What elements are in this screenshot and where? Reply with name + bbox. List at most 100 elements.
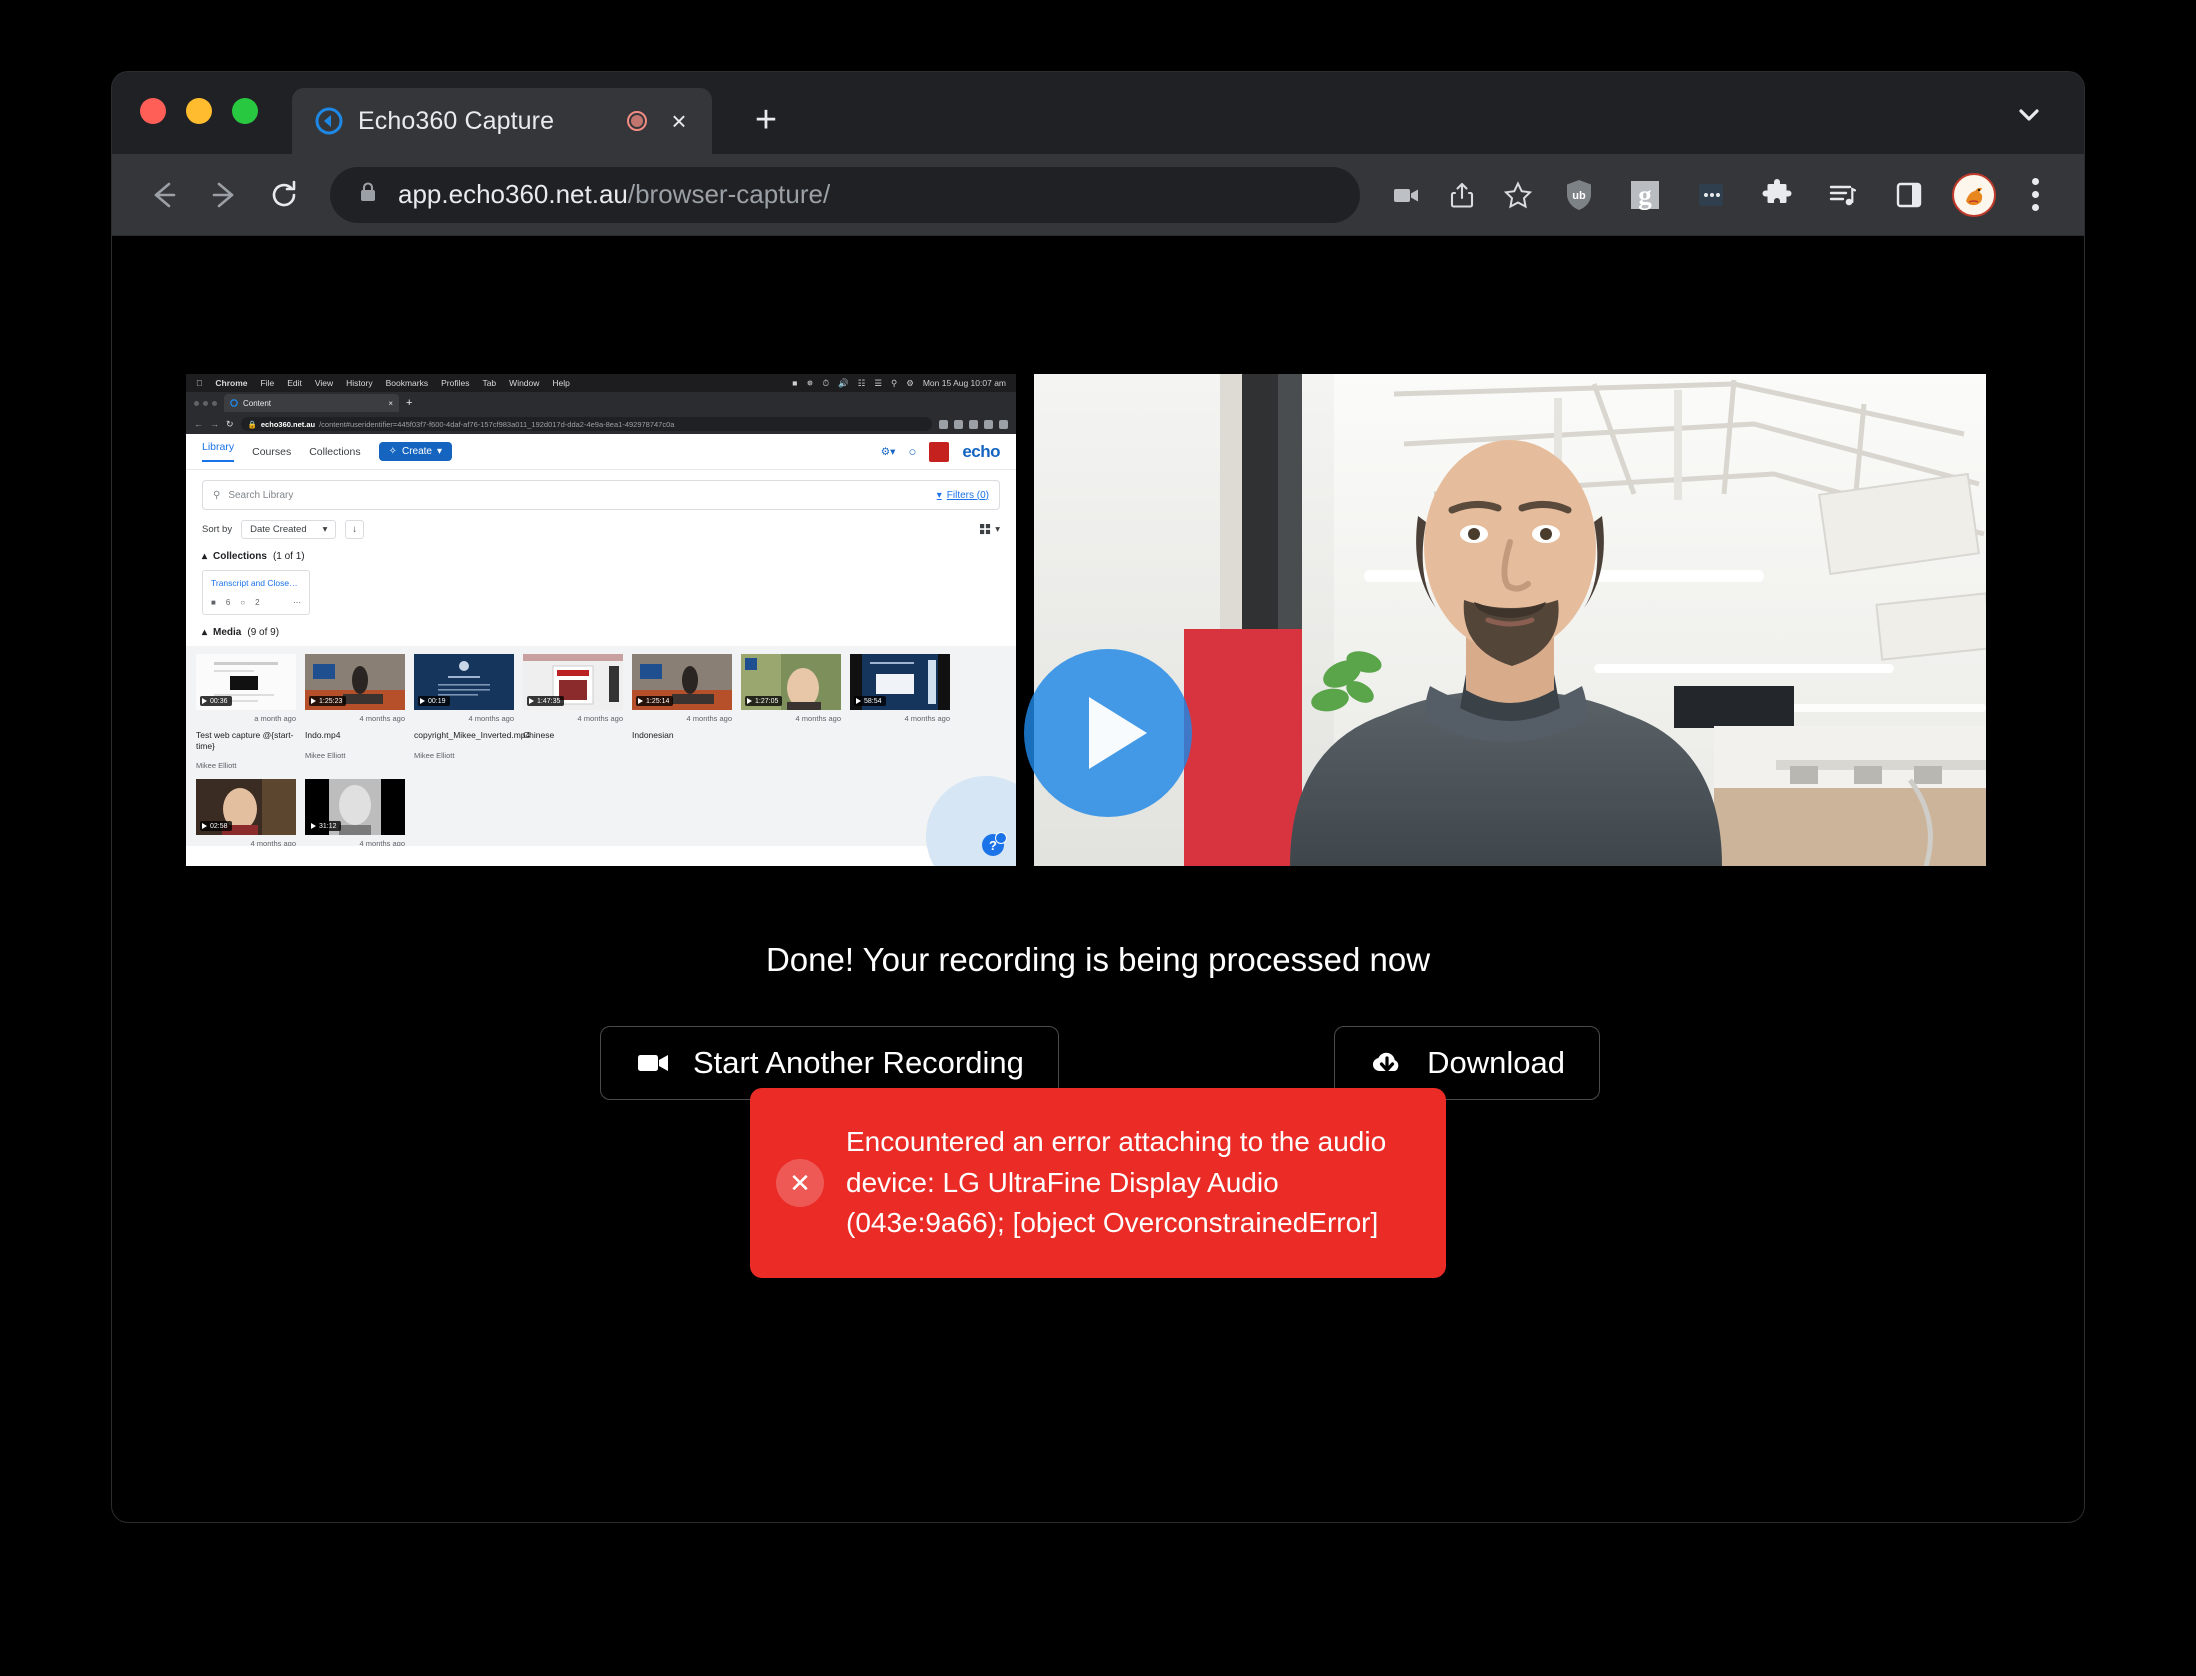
library-search-field[interactable]: ⚲ Search Library ▾ Filters (0) <box>202 480 1000 510</box>
sort-by-label: Sort by <box>202 524 233 535</box>
media-card[interactable]: 1:25:14 4 months ago Indonesian <box>632 654 732 770</box>
collection-people-count: 2 <box>255 598 260 607</box>
inner-url-host: echo360.net.au <box>260 419 316 429</box>
media-title: Indonesian <box>632 730 674 740</box>
mac-menu-item: Bookmarks <box>379 378 429 388</box>
error-toast-message: Encountered an error attaching to the au… <box>846 1126 1387 1239</box>
media-duration: 1:47:35 <box>527 696 565 706</box>
window-close-button[interactable] <box>140 98 166 124</box>
inner-back-icon[interactable]: ← <box>194 419 203 429</box>
wand-icon: ✧ <box>388 446 397 457</box>
mac-status-icons: ■ ✵ ⏱ 🔊 ☷ ☰ ⚲ ⚙ Mon 15 Aug 10:07 am <box>792 378 1006 389</box>
collapse-caret-icon[interactable]: ▴ <box>202 627 207 638</box>
nav-collections[interactable]: Collections <box>309 446 360 458</box>
inner-url-path: /content#useridentifier=445f03f7-f600-4d… <box>319 419 675 429</box>
filter-funnel-icon: ▾ <box>936 489 942 501</box>
media-title: Test web capture @{start-time} <box>196 730 294 751</box>
mac-status-time: Mon 15 Aug 10:07 am <box>922 378 1006 388</box>
nav-library[interactable]: Library <box>202 441 235 462</box>
media-duration: 00:36 <box>200 696 232 706</box>
status-message: Done! Your recording is being processed … <box>765 941 1431 978</box>
forward-arrow-icon[interactable] <box>196 167 252 223</box>
bookmark-star-icon[interactable] <box>1492 169 1544 221</box>
side-panel-icon[interactable] <box>1883 169 1935 221</box>
media-date: 4 months ago <box>577 714 623 723</box>
gear-icon[interactable]: ⚙▾ <box>881 446 896 458</box>
inner-lock-icon: 🔒 <box>247 419 257 429</box>
window-minimize-button[interactable] <box>186 98 212 124</box>
three-dot-menu-icon[interactable] <box>2012 167 2058 223</box>
filters-label: Filters (0) <box>946 489 989 501</box>
tab-strip: Echo360 Capture × + <box>112 72 2084 154</box>
inner-reload-icon[interactable]: ↻ <box>226 419 234 430</box>
media-card[interactable]: 58:54 4 months ago <box>850 654 950 770</box>
media-card[interactable]: 02:58 4 months ago Italian 5 - Settimana… <box>196 779 296 846</box>
collection-overflow-menu[interactable]: ⋯ <box>293 598 301 607</box>
media-date: 4 months ago <box>359 714 405 723</box>
inner-tab-close-icon[interactable]: × <box>388 399 393 408</box>
webcam-preview[interactable] <box>1034 374 1986 866</box>
account-icon[interactable]: ○ <box>908 444 916 459</box>
screen-capture-preview[interactable]:  Chrome File Edit View History Bookmark… <box>186 374 1016 866</box>
ublock-origin-icon[interactable]: ub <box>1553 169 1605 221</box>
nav-courses[interactable]: Courses <box>252 446 291 458</box>
svg-text:g: g <box>1638 180 1652 210</box>
inner-new-tab-icon[interactable]: + <box>406 397 412 409</box>
media-card[interactable]: 00:19 4 months ago copyright_Mikee_Inver… <box>414 654 530 770</box>
collapse-caret-icon[interactable]: ▴ <box>202 551 207 562</box>
media-card[interactable]: 31:12 4 months ago Conversazioni (Parte … <box>305 779 405 846</box>
google-icon[interactable]: g <box>1619 169 1671 221</box>
echo360-icon <box>314 106 344 136</box>
inner-browser-tab[interactable]: Content × <box>224 394 399 412</box>
media-card[interactable]: 1:27:05 4 months ago <box>741 654 841 770</box>
share-icon[interactable] <box>1436 169 1488 221</box>
puzzle-extensions-icon[interactable] <box>1751 169 1803 221</box>
mac-menu-item: Chrome <box>209 378 247 388</box>
close-x-icon[interactable]: ✕ <box>776 1158 824 1207</box>
back-arrow-icon[interactable] <box>136 167 192 223</box>
filters-button[interactable]: ▾ Filters (0) <box>937 490 989 501</box>
play-icon[interactable] <box>1024 649 1192 817</box>
download-label: Download <box>1427 1045 1565 1080</box>
mac-menu-item: History <box>339 378 372 388</box>
media-duration: 02:58 <box>200 821 232 832</box>
inner-forward-icon[interactable]: → <box>210 419 219 429</box>
url-host: app.echo360.net.au <box>398 179 628 209</box>
video-camera-icon[interactable] <box>1380 169 1432 221</box>
url-text: app.echo360.net.au/browser-capture/ <box>398 179 830 210</box>
media-card[interactable]: 1:47:35 4 months ago Chinese <box>523 654 623 770</box>
tab-close-button[interactable]: × <box>664 106 694 136</box>
new-tab-button[interactable]: + <box>742 96 790 144</box>
view-toggle-button[interactable]: ▾ <box>980 524 1000 535</box>
chevron-down-icon[interactable] <box>2008 94 2050 136</box>
window-maximize-button[interactable] <box>232 98 258 124</box>
browser-window: Echo360 Capture × + app.echo360.net.au/b… <box>112 72 2084 1522</box>
media-thumbnail: 1:25:14 <box>632 654 732 710</box>
media-card[interactable]: 1:25:23 4 months ago Indo.mp4 Mikee Elli… <box>305 654 405 770</box>
media-thumbnail: 58:54 <box>850 654 950 710</box>
media-date: 4 months ago <box>795 714 841 723</box>
collection-title: Transcript and Closed Caption... <box>211 578 301 588</box>
reload-icon[interactable] <box>256 167 312 223</box>
griffin-avatar[interactable] <box>1952 172 1996 217</box>
chevron-down-icon: ▾ <box>995 524 1000 535</box>
search-placeholder: Search Library <box>228 489 294 501</box>
sort-select[interactable]: Date Created ▾ <box>241 520 337 539</box>
create-button[interactable]: ✧ Create ▾ <box>378 442 453 461</box>
sort-direction-button[interactable]: ↓ <box>345 520 365 539</box>
help-question-icon[interactable]: ? <box>982 832 1007 856</box>
media-count-icon: ■ <box>211 598 216 607</box>
collection-meta: ■ 6 ○ 2 ⋯ <box>211 598 301 607</box>
mac-menu-item: Help <box>546 378 569 388</box>
more-dots-icon[interactable] <box>1685 169 1737 221</box>
reading-list-icon[interactable] <box>1817 169 1869 221</box>
browser-toolbar: app.echo360.net.au/browser-capture/ ub g <box>112 154 2084 236</box>
inner-url-pill[interactable]: 🔒 echo360.net.au/content#useridentifier=… <box>240 417 932 431</box>
address-bar[interactable]: app.echo360.net.au/browser-capture/ <box>330 166 1360 223</box>
browser-tab-echo360-capture[interactable]: Echo360 Capture × <box>292 88 712 154</box>
media-card[interactable]: 00:36 a month ago Test web capture @{sta… <box>196 654 296 770</box>
collection-card[interactable]: Transcript and Closed Caption... ■ 6 ○ 2… <box>202 570 310 615</box>
inner-extension-icons <box>939 419 1008 429</box>
media-thumbnail: 31:12 <box>305 779 405 836</box>
media-thumbnail: 02:58 <box>196 779 296 836</box>
